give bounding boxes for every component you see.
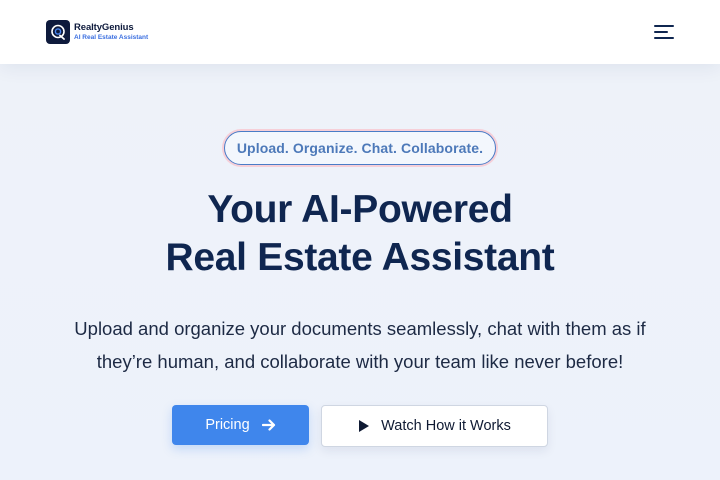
brand-name: RealtyGenius	[74, 22, 134, 33]
brand-tagline: AI Real Estate Assistant	[74, 33, 149, 41]
chat-bubble-logo-icon	[46, 20, 70, 44]
pricing-button[interactable]: Pricing	[172, 405, 309, 445]
title-line-1: Your AI-Powered	[207, 188, 513, 231]
play-icon	[358, 419, 370, 433]
hamburger-menu-icon	[654, 25, 674, 39]
subtitle-line-2: they’re human, and collaborate with your…	[96, 351, 624, 372]
brand-logo[interactable]: RealtyGenius AI Real Estate Assistant	[46, 19, 148, 45]
title-line-2: Real Estate Assistant	[165, 236, 555, 279]
tagline-pill-text: Upload. Organize. Chat. Collaborate.	[224, 131, 496, 165]
hero-subtitle: Upload and organize your documents seaml…	[40, 312, 680, 378]
tagline-pill: Upload. Organize. Chat. Collaborate.	[222, 129, 498, 167]
site-header: RealtyGenius AI Real Estate Assistant	[0, 0, 720, 64]
brand-text: RealtyGenius AI Real Estate Assistant	[74, 23, 148, 41]
pricing-button-label: Pricing	[205, 417, 250, 433]
page-title: Your AI-Powered Real Estate Assistant	[0, 186, 720, 282]
arrow-right-icon	[261, 419, 276, 431]
menu-button[interactable]	[650, 20, 678, 44]
subtitle-line-1: Upload and organize your documents seaml…	[74, 318, 646, 339]
watch-how-it-works-button[interactable]: Watch How it Works	[321, 405, 548, 447]
watch-button-label: Watch How it Works	[381, 418, 511, 434]
